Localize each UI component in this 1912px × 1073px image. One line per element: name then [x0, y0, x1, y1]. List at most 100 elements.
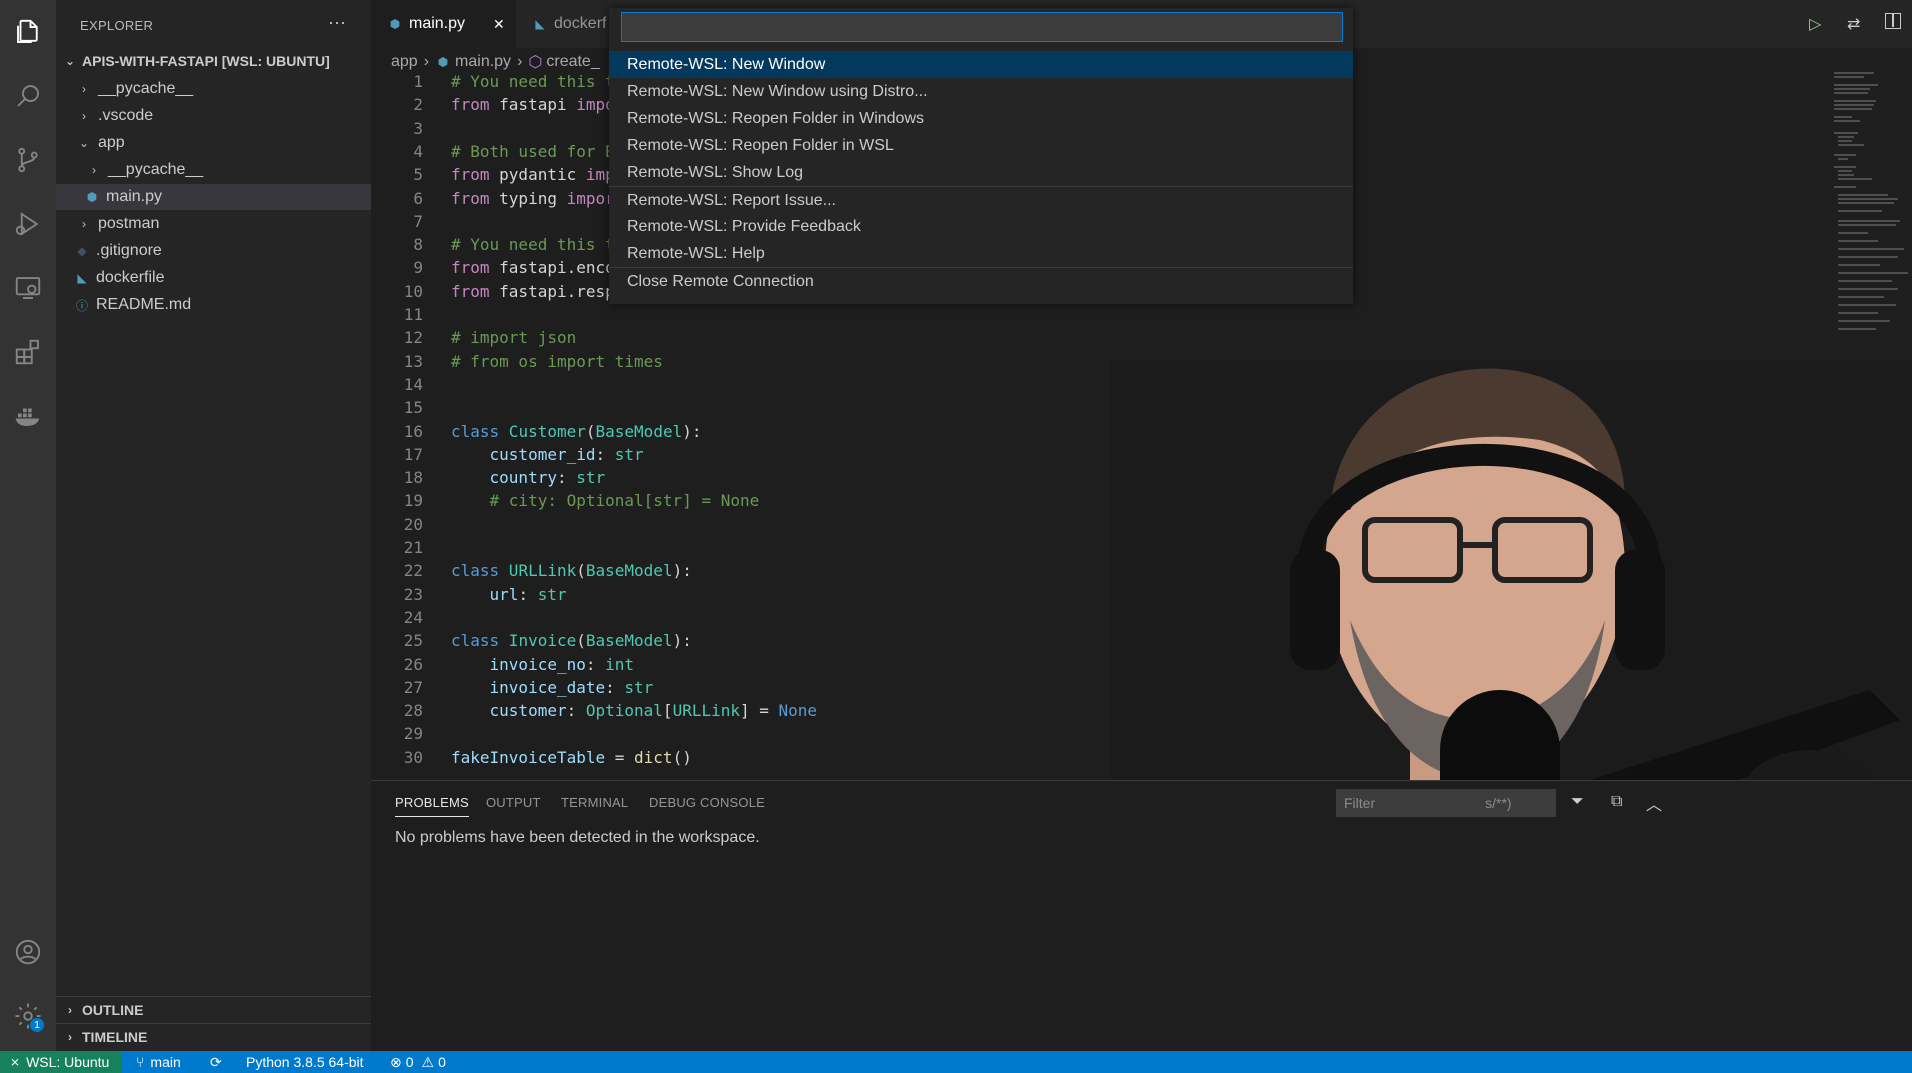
- command-item[interactable]: Remote-WSL: Report Issue...: [609, 187, 1353, 214]
- tree-folder-pycache[interactable]: › __pycache__: [56, 76, 371, 102]
- code-token: URLLink: [672, 701, 740, 721]
- python-interpreter[interactable]: Python 3.8.5 64-bit: [246, 1051, 364, 1073]
- code-line[interactable]: 21: [371, 536, 451, 559]
- command-item[interactable]: Remote-WSL: New Window using Distro...: [609, 78, 1353, 105]
- remote-indicator[interactable]: ⨯ WSL: Ubuntu: [0, 1051, 122, 1073]
- search-icon[interactable]: [10, 78, 46, 114]
- tree-folder-postman[interactable]: › postman: [56, 211, 371, 237]
- code-line[interactable]: 2 from fastapi impo: [371, 93, 614, 116]
- code-token: # Both used for B: [451, 141, 615, 161]
- run-icon[interactable]: ▷: [1809, 14, 1821, 34]
- settings-gear-icon[interactable]: 1: [10, 998, 46, 1034]
- code-line[interactable]: 11: [371, 303, 451, 326]
- command-item[interactable]: Remote-WSL: Show Log: [609, 159, 1353, 186]
- tree-folder-vscode[interactable]: › .vscode: [56, 103, 371, 129]
- code-line[interactable]: 16 class Customer(BaseModel):: [371, 420, 702, 443]
- tree-file-dockerfile[interactable]: ◣ dockerfile: [56, 265, 371, 291]
- split-editor-icon[interactable]: [1885, 13, 1901, 29]
- source-control-icon[interactable]: [10, 142, 46, 178]
- code-line[interactable]: 19 # city: Optional[str] = None: [371, 489, 760, 512]
- code-token: ):: [672, 631, 692, 651]
- line-number: 11: [403, 305, 423, 324]
- problems-filter-input[interactable]: Filter s/**): [1336, 789, 1556, 817]
- tab-terminal[interactable]: TERMINAL: [561, 795, 628, 810]
- compare-changes-icon[interactable]: ⇄: [1847, 14, 1860, 34]
- code-line[interactable]: 1 # You need this t: [371, 70, 614, 93]
- minimap[interactable]: [1830, 70, 1912, 340]
- code-line[interactable]: 29: [371, 722, 451, 745]
- code-line[interactable]: 25 class Invoice(BaseModel):: [371, 629, 692, 652]
- code-line[interactable]: 18 country: str: [371, 466, 605, 489]
- tree-folder-app-pycache[interactable]: › __pycache__: [56, 157, 371, 183]
- timeline-section[interactable]: › TIMELINE: [56, 1023, 371, 1050]
- code-line[interactable]: 3: [371, 117, 451, 140]
- command-item[interactable]: Remote-WSL: New Window: [609, 51, 1353, 78]
- more-actions-icon[interactable]: ···: [328, 12, 346, 33]
- remote-explorer-icon[interactable]: [10, 270, 46, 306]
- command-palette-input[interactable]: [621, 12, 1343, 42]
- close-icon[interactable]: ✕: [493, 16, 505, 33]
- problems-indicator[interactable]: ⊗ 0 ⚠ 0: [390, 1051, 446, 1073]
- line-number: 17: [403, 444, 423, 464]
- code-line[interactable]: 14: [371, 373, 451, 396]
- code-token: BaseModel: [585, 561, 673, 581]
- command-item[interactable]: Remote-WSL: Provide Feedback: [609, 213, 1353, 240]
- tree-file-readme[interactable]: ⓘ README.md: [56, 292, 371, 318]
- run-debug-icon[interactable]: [10, 206, 46, 242]
- explorer-sidebar: EXPLORER ··· ⌄ APIS-WITH-FASTAPI [WSL: U…: [56, 0, 371, 1051]
- branch-indicator[interactable]: ⑂ main: [136, 1051, 181, 1073]
- explorer-icon[interactable]: [10, 14, 46, 50]
- code-line[interactable]: 26 invoice_no: int: [371, 653, 634, 676]
- sync-icon[interactable]: ⟳: [210, 1051, 222, 1073]
- code-line[interactable]: 30 fakeInvoiceTable = dict(): [371, 746, 692, 769]
- code-token: :: [585, 654, 606, 674]
- code-line[interactable]: 12 # import json: [371, 326, 577, 349]
- code-line[interactable]: 5 from pydantic imp: [371, 163, 614, 186]
- code-token: str: [576, 468, 606, 488]
- account-icon[interactable]: [10, 934, 46, 970]
- code-line[interactable]: 23 url: str: [371, 583, 567, 606]
- code-line[interactable]: 27 invoice_date: str: [371, 676, 654, 699]
- command-item[interactable]: Remote-WSL: Reopen Folder in Windows: [609, 105, 1353, 132]
- command-item[interactable]: Remote-WSL: Reopen Folder in WSL: [609, 132, 1353, 159]
- collapse-all-icon[interactable]: ⧉: [1611, 793, 1622, 811]
- code-line[interactable]: 8 # You need this t: [371, 233, 614, 256]
- line-number: 2: [413, 95, 423, 115]
- code-line[interactable]: 4 # Both used for B: [371, 140, 615, 163]
- filter-icon[interactable]: ⏷: [1571, 793, 1584, 811]
- tree-file-gitignore[interactable]: ◆ .gitignore: [56, 238, 371, 264]
- chevron-up-icon[interactable]: ︿: [1646, 791, 1662, 815]
- tab-output[interactable]: OUTPUT: [486, 795, 541, 810]
- tree-item-label: main.py: [106, 188, 163, 205]
- outline-section[interactable]: › OUTLINE: [56, 996, 371, 1023]
- code-line[interactable]: 20: [371, 513, 451, 536]
- code-line[interactable]: 7: [371, 210, 451, 233]
- code-line[interactable]: 17 customer_id: str: [371, 443, 644, 466]
- code-token: :: [595, 444, 615, 464]
- code-line[interactable]: 22 class URLLink(BaseModel):: [371, 559, 692, 582]
- extensions-icon[interactable]: [10, 334, 46, 370]
- docker-icon[interactable]: [10, 398, 46, 434]
- tree-file-main-py[interactable]: ⬢ main.py: [56, 184, 371, 210]
- code-line[interactable]: 13 # from os import times: [371, 350, 663, 373]
- code-line[interactable]: 6 from typing impor: [371, 187, 614, 210]
- code-line[interactable]: 9 from fastapi.enco: [371, 256, 614, 279]
- tab-problems[interactable]: PROBLEMS: [395, 795, 469, 817]
- tree-folder-app[interactable]: ⌄ app: [56, 130, 371, 156]
- command-item[interactable]: Remote-WSL: Help: [609, 240, 1353, 267]
- code-line[interactable]: 28 customer: Optional[URLLink] = None: [371, 699, 817, 722]
- code-line[interactable]: 15: [371, 396, 451, 419]
- tab-debug-console[interactable]: DEBUG CONSOLE: [649, 795, 765, 810]
- breadcrumb-symbol[interactable]: create_: [546, 53, 599, 71]
- code-line[interactable]: 24: [371, 606, 451, 629]
- tab-main-py[interactable]: ⬢ main.py ✕: [371, 0, 516, 48]
- workspace-root[interactable]: ⌄ APIS-WITH-FASTAPI [WSL: UBUNTU]: [56, 48, 371, 74]
- code-token: str: [537, 584, 567, 604]
- code-token: customer: [489, 701, 567, 721]
- breadcrumb-file[interactable]: main.py: [455, 53, 511, 71]
- code-token: from: [451, 95, 490, 115]
- code-line[interactable]: 10 from fastapi.resp: [371, 280, 615, 303]
- code-token: Optional: [585, 701, 663, 721]
- command-item[interactable]: Close Remote Connection: [609, 268, 1353, 295]
- breadcrumb-folder[interactable]: app: [391, 53, 418, 71]
